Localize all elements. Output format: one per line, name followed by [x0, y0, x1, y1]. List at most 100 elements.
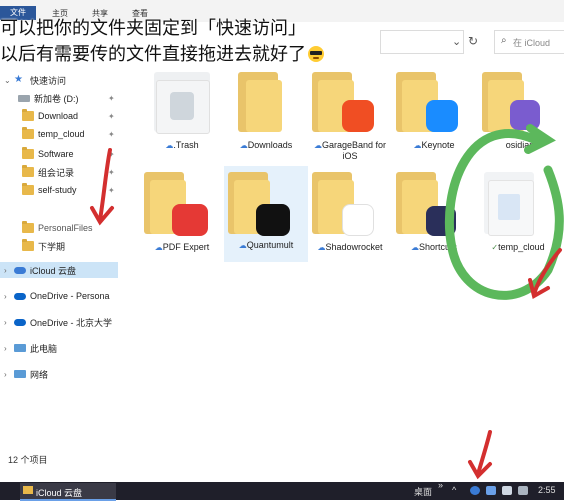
folder-icon	[22, 147, 34, 159]
folder-icon	[22, 109, 34, 121]
folder-icon	[140, 66, 224, 138]
file-name: PDF Expert	[162, 242, 210, 252]
caption-line-1: 可以把你的文件夹固定到「快速访问」	[0, 18, 306, 39]
clock: 2:55	[538, 485, 556, 495]
drive-icon	[18, 94, 30, 102]
chevron-down-icon[interactable]: ⌄	[452, 35, 461, 48]
folder-icon	[23, 486, 33, 494]
expand-right-icon[interactable]: ›	[4, 266, 14, 275]
expand-right-icon[interactable]: ›	[4, 344, 14, 353]
sidebar-item-quick-access[interactable]: ⌄ ★ 快速访问	[4, 72, 66, 88]
red-arrowhead-folder	[528, 278, 550, 300]
pin-icon: ✦	[108, 204, 115, 213]
sidebar-item-self-study[interactable]: self-study	[22, 182, 77, 198]
expand-right-icon[interactable]: ›	[4, 318, 14, 327]
guitar-icon	[342, 100, 374, 132]
red-arrow-taskbar	[476, 430, 492, 476]
star-icon: ★	[14, 74, 23, 85]
file-name: osidian	[505, 140, 535, 150]
item-count: 12 个项目	[8, 455, 48, 465]
red-arrowhead-taskbar	[468, 460, 492, 480]
sidebar-item-drive-d[interactable]: 新加卷 (D:)	[18, 90, 79, 106]
sidebar-item-label: OneDrive - Persona	[30, 291, 110, 301]
sidebar-item-label: 网络	[30, 369, 49, 380]
expand-right-icon[interactable]: ›	[4, 292, 14, 301]
cloud-tray-icon[interactable]	[502, 486, 512, 495]
file-name: .Trash	[173, 140, 199, 150]
file-item-downloads[interactable]: ☁Downloads	[224, 66, 308, 162]
folder-icon	[308, 66, 392, 138]
obsidian-icon	[510, 100, 540, 130]
caption-line-2-text: 以后有需要传的文件直接拖进去就好了	[0, 44, 306, 65]
sidebar-item-onedrive-pku[interactable]: › OneDrive - 北京大学	[4, 314, 112, 330]
search-icon: ⌕	[501, 35, 507, 46]
sidebar-item-label: self-study	[38, 185, 77, 195]
sidebar-item-label: iCloud 云盘	[30, 265, 77, 276]
chevron-up-icon[interactable]: ^	[452, 485, 456, 495]
folder-icon	[308, 168, 392, 240]
pin-icon: ✦	[108, 94, 115, 103]
sidebar-item-label: 新加卷 (D:)	[34, 93, 79, 104]
sidebar-item-icloud-drive[interactable]: › iCloud 云盘	[0, 262, 118, 278]
file-name: Quantumult	[246, 240, 294, 250]
file-item-obsidian[interactable]: osidian	[478, 66, 562, 162]
folder-icon	[140, 168, 224, 240]
icloud-tray-icon[interactable]	[470, 486, 480, 495]
file-item-garageband[interactable]: ☁GarageBand for iOS	[308, 66, 392, 166]
quantumult-icon	[256, 204, 290, 236]
cloud-icon	[14, 266, 26, 274]
pdf-icon	[172, 204, 208, 236]
folder-icon	[224, 166, 308, 238]
network-icon	[14, 370, 26, 378]
file-item-pdf-expert[interactable]: ☁PDF Expert	[140, 168, 224, 264]
sidebar-item-download[interactable]: Download	[22, 108, 78, 124]
pin-icon: ✦	[108, 168, 115, 177]
pin-icon: ✦	[108, 150, 115, 159]
expand-right-icon[interactable]: ›	[4, 370, 14, 379]
search-input[interactable]: ⌕ 在 iCloud	[494, 30, 564, 54]
file-item-temp-cloud[interactable]: ✓temp_cloud	[476, 168, 560, 264]
sidebar-item-next-semester[interactable]: 下学期	[22, 238, 65, 254]
file-item-trash[interactable]: ☁.Trash	[140, 66, 224, 162]
sidebar-item-label: 组会记录	[38, 167, 75, 178]
cloud-status-icon: ☁	[154, 243, 163, 252]
taskbar-app-icloud[interactable]: iCloud 云盘	[20, 483, 116, 501]
sidebar-item-temp-cloud[interactable]: temp_cloud	[22, 126, 85, 142]
file-item-keynote[interactable]: ☁Keynote	[392, 66, 476, 162]
file-item-shadowrocket[interactable]: ☁Shadowrocket	[308, 168, 392, 268]
folder-icon	[478, 66, 562, 138]
chevron-double-right-icon[interactable]: »	[438, 480, 443, 490]
refresh-icon[interactable]: ↻	[468, 34, 478, 48]
shortcuts-icon	[426, 206, 456, 236]
sidebar-item-label: temp_cloud	[38, 129, 85, 139]
file-item-shortcuts[interactable]: ☁Shortcuts	[392, 168, 476, 264]
sidebar-item-onedrive-personal[interactable]: › OneDrive - Persona	[4, 288, 110, 304]
desktop-toolbar[interactable]: 桌面	[414, 485, 432, 498]
taskbar: iCloud 云盘 桌面 » ^ 2:55	[0, 480, 564, 501]
sidebar-item-label: Download	[38, 111, 79, 121]
sidebar-item-label: PersonalFiles	[38, 223, 93, 233]
caption-line-2: 以后有需要传的文件直接拖进去就好了	[0, 40, 324, 66]
cloud-status-icon: ☁	[313, 141, 322, 150]
sidebar-item-meeting-notes[interactable]: 组会记录	[22, 164, 74, 180]
onedrive-tray-icon[interactable]	[486, 486, 496, 495]
navigation-pane: ⌄ ★ 快速访问 新加卷 (D:) ✦ Download ✦ temp_clou…	[0, 68, 120, 448]
search-placeholder: 在 iCloud	[513, 38, 551, 48]
file-item-quantumult[interactable]: ☁Quantumult	[224, 166, 308, 262]
file-name: temp_cloud	[498, 242, 545, 252]
sidebar-item-network[interactable]: › 网络	[4, 366, 48, 382]
sidebar-item-label: Software	[38, 149, 74, 159]
folder-icon	[22, 221, 34, 233]
sidebar-item-label: 此电脑	[30, 343, 58, 354]
rocket-icon	[342, 204, 374, 236]
sidebar-item-software[interactable]: Software	[22, 146, 74, 162]
file-name: Keynote	[421, 140, 455, 150]
sidebar-item-this-pc[interactable]: › 此电脑	[4, 340, 57, 356]
sidebar-item-label: 快速访问	[30, 75, 67, 86]
cool-face-emoji-icon	[308, 46, 324, 62]
folder-icon	[22, 127, 34, 139]
expand-down-icon[interactable]: ⌄	[4, 76, 14, 85]
sidebar-item-personal-files[interactable]: PersonalFiles	[22, 220, 93, 236]
display-tray-icon[interactable]	[518, 486, 528, 495]
sidebar-item-label: 下学期	[38, 241, 66, 252]
